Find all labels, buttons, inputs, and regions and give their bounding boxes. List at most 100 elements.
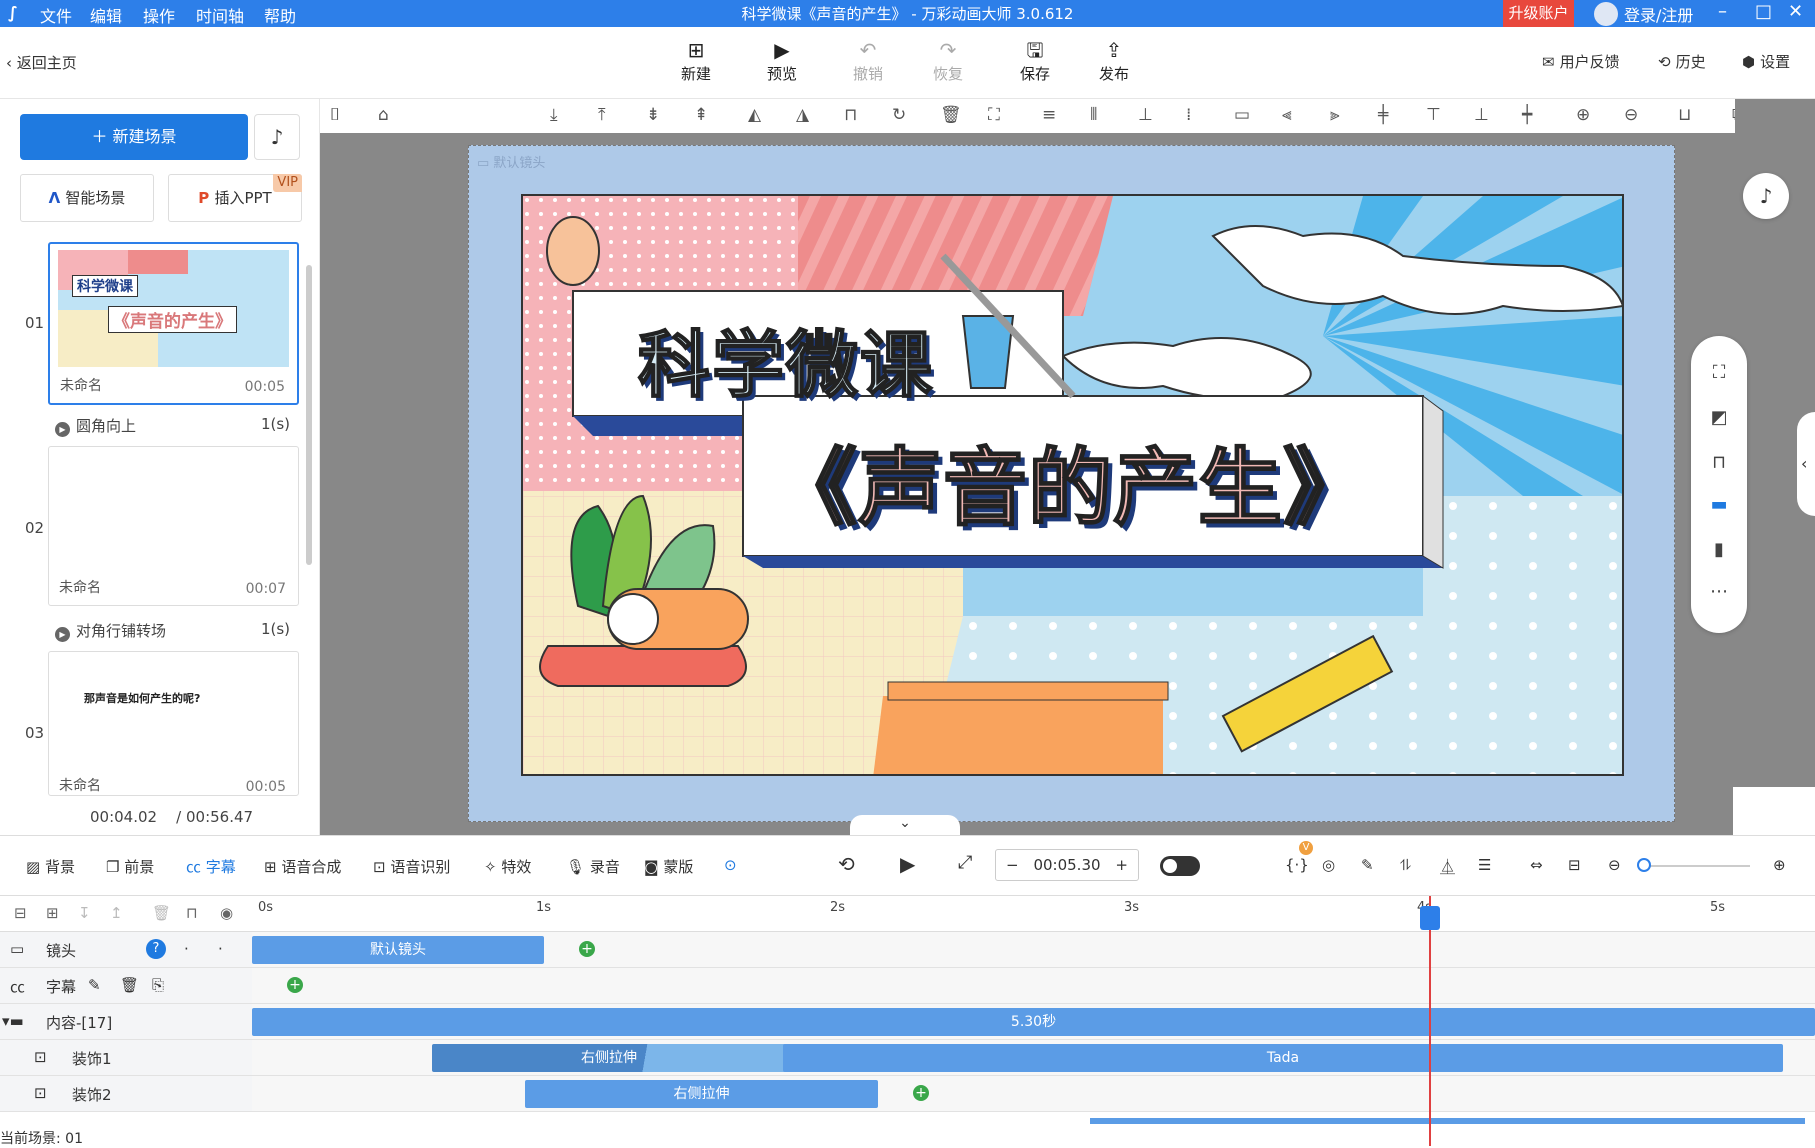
scene-card-03[interactable]: 那声音是如何产生的呢? 未命名 00:05 <box>48 651 299 796</box>
center-v-icon[interactable]: ┿ <box>1522 105 1532 125</box>
subtitle-tool[interactable]: ㏄ 字幕 <box>186 856 236 877</box>
track-subtitle[interactable]: + <box>252 968 1815 1004</box>
track-label-content[interactable]: ▾▬ 内容-[17] <box>0 1004 252 1040</box>
new-button[interactable]: ⊞ 新建 <box>666 37 726 84</box>
eye-icon[interactable]: ◉ <box>220 904 233 922</box>
transition-item[interactable]: ▶ 对角行铺转场 1(s) <box>55 620 290 642</box>
align-right-icon[interactable]: ⫸ <box>1330 105 1340 125</box>
add-keyframe-icon[interactable]: + <box>913 1085 929 1101</box>
rewind-icon[interactable]: ⟲ <box>838 852 855 876</box>
redo-button[interactable]: ↷ 恢复 <box>918 37 978 84</box>
minimize-icon[interactable]: – <box>1718 1 1727 22</box>
minus-icon[interactable]: − <box>1006 850 1019 880</box>
maximize-icon[interactable]: □ <box>1755 1 1772 22</box>
align-bottom-icon[interactable]: ⊥ <box>1138 105 1153 125</box>
filter-icon[interactable]: ⏅ <box>1440 856 1455 877</box>
camera-frame[interactable]: ▭ 默认镜头 科学微课 《声音的产生》 <box>468 145 1675 822</box>
fit-width-icon[interactable]: ⇔ <box>1530 856 1543 874</box>
add-keyframe-icon[interactable]: + <box>287 977 303 993</box>
snapshot-icon[interactable]: ◎ <box>1322 856 1335 874</box>
effects-tool[interactable]: ✧ 特效 <box>484 856 531 877</box>
music-float-button[interactable]: ♪ <box>1743 173 1789 219</box>
align-top-icon[interactable]: ⊤ <box>1426 105 1441 125</box>
fit-screen-icon[interactable]: ⛶ <box>1691 362 1747 383</box>
edit-icon[interactable]: ✎ <box>1361 856 1374 874</box>
background-tool[interactable]: ▨ 背景 <box>26 856 75 877</box>
camera-rotate-icon[interactable]: ◩ <box>1691 407 1747 428</box>
collapse-right-panel[interactable]: ‹ <box>1797 412 1815 516</box>
lock-icon[interactable]: ⊓ <box>186 904 198 922</box>
ratio-icon[interactable]: ⊟ <box>1568 856 1581 874</box>
smart-scene-button[interactable]: Ʌ 智能场景 <box>20 174 154 222</box>
playhead-handle[interactable] <box>1420 906 1440 930</box>
zoom-out-icon[interactable]: ⊖ <box>1624 105 1638 125</box>
history-button[interactable]: ⟲ 历史 <box>1658 51 1706 72</box>
preview-button[interactable]: ▶ 预览 <box>752 37 812 84</box>
more-icon[interactable]: ⋯ <box>1691 581 1747 602</box>
transition-item[interactable]: ▶ 圆角向上 1(s) <box>55 415 290 437</box>
settings-button[interactable]: ⬢ 设置 <box>1742 51 1790 72</box>
lock-icon[interactable]: ⊓ <box>844 105 857 125</box>
add-folder-icon[interactable]: ⊟ <box>14 904 27 922</box>
track-camera[interactable]: 默认镜头 + <box>252 932 1815 968</box>
move-down-icon[interactable]: ↧ <box>78 904 91 922</box>
close-icon[interactable]: ✕ <box>1788 1 1803 22</box>
music-button[interactable]: ♪ <box>254 114 300 160</box>
monitor-icon[interactable]: ▬ <box>1691 494 1747 515</box>
split-icon[interactable]: ⥮ <box>1400 856 1411 874</box>
scene-card-01[interactable]: 科学微课 《声音的产生》 未命名 00:05 <box>48 242 299 405</box>
flip-vertical-icon[interactable]: ◮ <box>796 105 809 125</box>
import-icon[interactable]: ⎘ <box>152 976 164 994</box>
delete-icon[interactable]: 🗑 <box>120 976 139 994</box>
tada-clip[interactable]: Tada <box>783 1044 1783 1072</box>
content-clip[interactable]: 5.30秒 <box>252 1008 1815 1036</box>
new-scene-button[interactable]: ＋ 新建场景 <box>20 114 248 160</box>
fullscreen-icon[interactable]: ⤢ <box>958 852 972 873</box>
record-tool[interactable]: 🎙 录音 <box>566 856 620 877</box>
stretch-right-clip[interactable]: 右侧拉伸 <box>525 1080 878 1108</box>
publish-button[interactable]: ⇪ 发布 <box>1084 37 1144 84</box>
add-keyframe-icon[interactable]: + <box>579 941 595 957</box>
current-time-value[interactable]: 00:05.30 <box>1033 856 1100 874</box>
track-content[interactable]: 5.30秒 <box>252 1004 1815 1040</box>
zoom-out-icon[interactable]: ⊖ <box>1608 856 1621 874</box>
zoom-in-icon[interactable]: ⊕ <box>1576 105 1590 125</box>
track-deco2[interactable]: 右侧拉伸 + <box>252 1076 1815 1112</box>
foreground-tool[interactable]: ❐ 前景 <box>106 856 154 877</box>
format-painter-icon[interactable]: ⌷ <box>330 105 340 125</box>
slide-title[interactable]: 科学微课 <box>637 306 934 411</box>
tts-tool[interactable]: ⊞ 语音合成 <box>264 856 341 877</box>
move-bottom-icon[interactable]: ⤓ <box>550 105 558 125</box>
track-label-deco1[interactable]: ⊡ 装饰1 <box>0 1040 252 1076</box>
upgrade-button[interactable]: 升级账户 <box>1503 0 1574 27</box>
zoom-in-icon[interactable]: ⊕ <box>1773 856 1786 874</box>
wrap-icon[interactable]: {·} <box>1285 856 1309 874</box>
track-label-subtitle[interactable]: ㏄ 字幕 ✎ 🗑 ⎘ <box>0 968 252 1004</box>
slide-canvas[interactable]: 科学微课 《声音的产生》 <box>521 194 1624 776</box>
move-up-icon[interactable]: ⇞ <box>694 105 708 125</box>
distribute-v-icon[interactable]: ⁞ <box>1186 105 1191 125</box>
scene-card-02[interactable]: 未命名 00:07 <box>48 446 299 606</box>
mask-tool[interactable]: ◙ 蒙版 <box>644 856 693 877</box>
zoom-slider-track[interactable] <box>1640 865 1750 867</box>
speech-recognition-tool[interactable]: ⊡ 语音识别 <box>373 856 450 877</box>
align-base-icon[interactable]: ⊥ <box>1474 105 1489 125</box>
track-label-deco2[interactable]: ⊡ 装饰2 <box>0 1076 252 1112</box>
flip-horizontal-icon[interactable]: ◭ <box>748 105 761 125</box>
camera-clip[interactable]: 默认镜头 <box>252 936 544 964</box>
delete-icon[interactable]: 🗑 <box>940 105 962 125</box>
save-button[interactable]: 🖫 保存 <box>1005 37 1065 84</box>
track-label-camera[interactable]: ▭ 镜头? · · <box>0 932 252 968</box>
spacing-icon[interactable]: ▭ <box>1234 105 1250 125</box>
delete-icon[interactable]: 🗑 <box>152 904 171 922</box>
timeline-toggle[interactable] <box>1160 856 1200 876</box>
feedback-button[interactable]: ✉ 用户反馈 <box>1542 51 1620 72</box>
move-up-icon[interactable]: ↥ <box>110 904 123 922</box>
align-center-icon[interactable]: ≡ <box>1042 105 1056 125</box>
plus-icon[interactable]: + <box>1115 850 1128 880</box>
canvas-area[interactable]: ▭ 默认镜头 科学微课 《声音的产生》 <box>320 133 1735 835</box>
undo-button[interactable]: ↶ 撤销 <box>838 37 898 84</box>
track-deco1[interactable]: 右侧拉伸 Tada <box>252 1040 1815 1076</box>
align-middle-icon[interactable]: ╪ <box>1378 105 1388 125</box>
distribute-h-icon[interactable]: ⦀ <box>1090 105 1097 125</box>
